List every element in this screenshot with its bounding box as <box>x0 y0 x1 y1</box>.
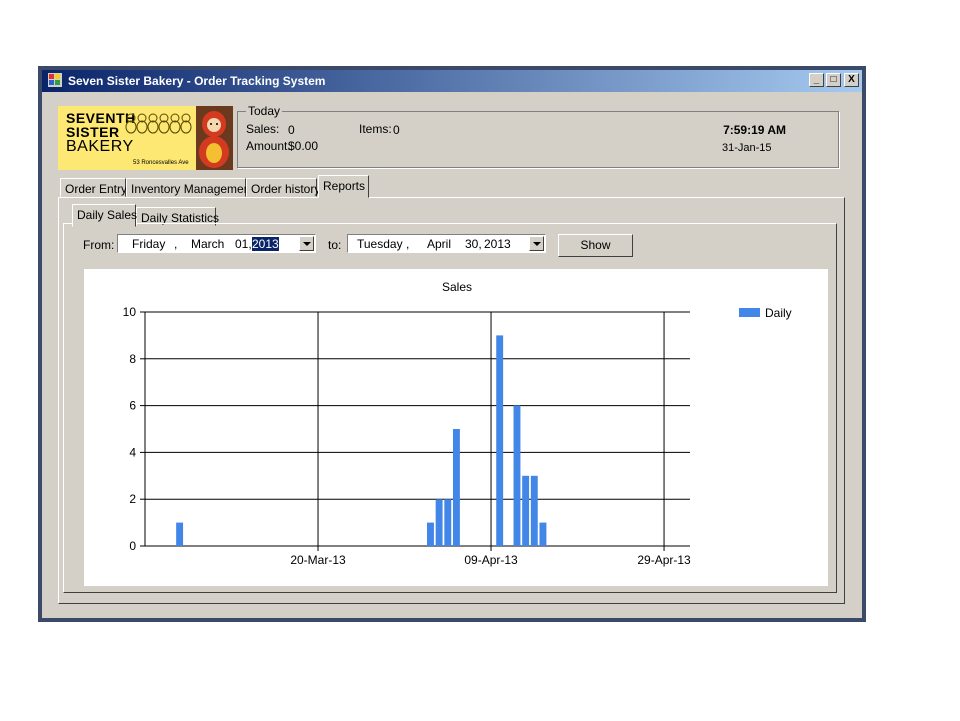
clock-date: 31-Jan-15 <box>722 142 772 154</box>
tab-order-history[interactable]: Order history <box>246 178 320 197</box>
show-button[interactable]: Show <box>558 234 633 257</box>
chart-title: Sales <box>442 280 472 294</box>
legend-label-daily: Daily <box>765 306 792 320</box>
maximize-button[interactable]: □ <box>826 73 841 87</box>
tab-inventory-management[interactable]: Inventory Management <box>126 178 254 197</box>
sales-chart: Sales 0 2 4 6 8 10 20-Mar-13 09-Apr-13 29-Apr-13 D… <box>84 269 828 586</box>
y-tick-label: 6 <box>129 399 136 413</box>
tab-reports[interactable]: Reports <box>318 175 369 198</box>
legend-swatch-daily <box>739 308 760 317</box>
to-year: 2013 <box>484 237 511 251</box>
sales-value: 0 <box>288 123 295 137</box>
from-comma: , <box>174 237 178 251</box>
to-date-picker[interactable]: Tuesday , April 30, 2013 <box>347 234 546 253</box>
y-tick-label: 0 <box>129 539 136 553</box>
app-window: Seven Sister Bakery - Order Tracking Sys… <box>38 66 866 622</box>
from-date-picker[interactable]: Friday , March 01, 2013 <box>117 234 316 253</box>
close-button[interactable]: X <box>844 73 859 87</box>
x-tick-label: 20-Mar-13 <box>290 553 346 567</box>
bar-daily-2013-04-14 <box>530 475 538 546</box>
amount-value: $0.00 <box>288 139 319 153</box>
bar-daily-2013-03-04 <box>176 522 184 546</box>
x-tick-label: 09-Apr-13 <box>464 553 518 567</box>
from-dropdown-button[interactable] <box>299 236 314 251</box>
clock-time: 7:59:19 AM <box>723 123 786 137</box>
items-value: 0 <box>393 123 400 137</box>
logo-line-3: BAKERY <box>66 138 134 155</box>
from-day: 01, <box>235 237 252 251</box>
to-label: to: <box>328 238 342 252</box>
logo-line-2: SISTER <box>66 124 120 140</box>
app-icon <box>48 73 62 87</box>
bar-daily-2013-04-15 <box>539 522 547 546</box>
bar-daily-2013-04-12 <box>513 405 521 546</box>
bar-daily-2013-04-10 <box>496 335 504 546</box>
to-dropdown-button[interactable] <box>529 236 544 251</box>
bakery-logo: SEVENTH SISTER BAKERY 53 Roncesvalles Av… <box>58 106 233 170</box>
y-tick-label: 10 <box>123 305 137 319</box>
bar-daily-2013-04-05 <box>452 429 460 546</box>
to-month: April <box>427 237 452 251</box>
window-frame: Seven Sister Bakery - Order Tracking Sys… <box>42 70 862 618</box>
sales-label: Sales: <box>246 122 280 136</box>
bar-daily-2013-04-13 <box>522 475 530 546</box>
y-tick-label: 4 <box>129 445 136 459</box>
to-weekday: Tuesday <box>357 237 403 251</box>
from-weekday: Friday <box>132 237 166 251</box>
title-bar[interactable]: Seven Sister Bakery - Order Tracking Sys… <box>42 70 862 92</box>
minimize-button[interactable]: _ <box>809 73 824 87</box>
to-comma: , <box>406 237 410 251</box>
doll-row-icon <box>125 113 192 134</box>
matryoshka-icon <box>196 106 233 170</box>
from-label: From: <box>83 238 115 252</box>
bar-daily-2013-04-02 <box>427 522 434 546</box>
tab-daily-sales[interactable]: Daily Sales <box>72 204 137 227</box>
y-tick-label: 2 <box>129 492 136 506</box>
tab-order-entry[interactable]: Order Entry <box>60 178 127 197</box>
bar-daily-2013-04-03 <box>435 499 443 546</box>
x-tick-label: 29-Apr-13 <box>637 553 691 567</box>
window-title: Seven Sister Bakery - Order Tracking Sys… <box>68 74 326 88</box>
logo-address: 53 Roncesvalles Ave <box>133 160 189 166</box>
to-day: 30, <box>465 237 482 251</box>
y-tick-label: 8 <box>129 352 136 366</box>
bar-daily-2013-04-04 <box>444 499 452 546</box>
today-group: Today Sales: 0 Items: 0 Amount: $0.00 7:… <box>237 104 839 168</box>
items-label: Items: <box>359 122 392 136</box>
today-group-title: Today <box>246 104 283 118</box>
from-month: March <box>191 237 225 251</box>
from-year[interactable]: 2013 <box>252 237 279 251</box>
sales-chart-svg: Sales 0 2 4 6 8 10 20-Mar-13 09-Apr-13 29-Apr-13 D… <box>123 280 792 567</box>
amount-label: Amount: <box>246 139 291 153</box>
